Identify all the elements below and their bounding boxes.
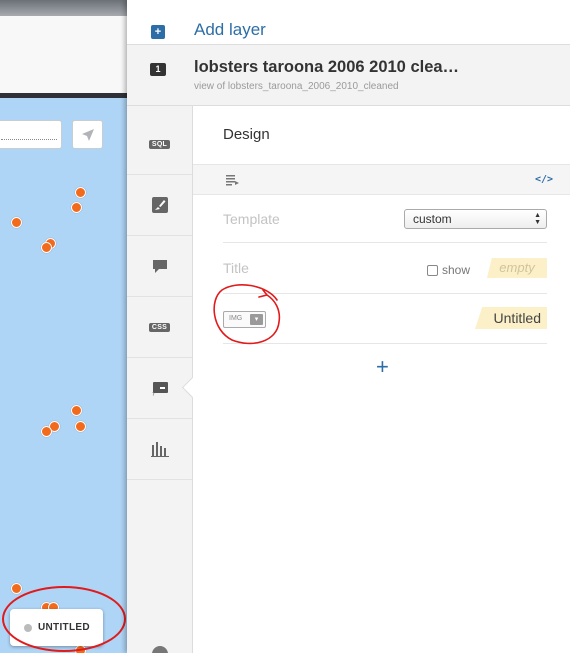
tab-infowindow[interactable]: [127, 236, 192, 297]
title-row: Title show empty: [223, 243, 547, 294]
map-marker[interactable]: [10, 216, 22, 228]
code-toggle-icon[interactable]: </>: [535, 174, 553, 185]
add-item-button[interactable]: +: [376, 356, 389, 378]
legend-label: UNTITLED: [38, 622, 90, 633]
map-marker[interactable]: [40, 241, 52, 253]
user-icon[interactable]: [152, 646, 168, 653]
map-legend: UNTITLED: [10, 609, 103, 646]
map-marker[interactable]: [40, 425, 52, 437]
tab-wizard[interactable]: [127, 175, 192, 236]
map-canvas[interactable]: UNTITLED: [0, 0, 127, 653]
layer-number-badge: 1: [150, 63, 166, 76]
template-row: Template custom ▲ ▼: [223, 196, 547, 243]
css-icon: CSS: [148, 322, 171, 332]
img-label: IMG: [229, 315, 243, 322]
pane-toolbar: </>: [193, 164, 570, 195]
image-picker-button[interactable]: IMG ▾: [223, 311, 266, 328]
title-label: Title: [223, 260, 249, 276]
map-marker[interactable]: [74, 420, 86, 432]
layer-header[interactable]: 1 lobsters taroona 2006 2010 clea… view …: [127, 44, 570, 106]
layer-subtitle: view of lobsters_taroona_2006_2010_clean…: [194, 81, 399, 92]
tab-legend[interactable]: ?: [127, 358, 192, 419]
document-icon[interactable]: [226, 175, 239, 186]
layer-panel: + Add layer 1 lobsters taroona 2006 2010…: [127, 0, 570, 653]
template-label: Template: [223, 211, 280, 227]
brush-icon: [151, 197, 168, 213]
tab-filters[interactable]: [127, 419, 192, 480]
map-header: [0, 0, 127, 98]
legend-bullet: [24, 623, 32, 632]
map-search-button[interactable]: [72, 120, 103, 149]
show-title-checkbox[interactable]: [427, 264, 438, 276]
svg-text:?: ?: [152, 392, 155, 397]
map-marker[interactable]: [10, 582, 22, 594]
send-icon: [81, 128, 94, 141]
layer-name[interactable]: lobsters taroona 2006 2010 clea…: [194, 58, 459, 77]
pane-title: Design: [223, 126, 270, 143]
map-search-input[interactable]: [0, 120, 62, 149]
add-layer-label: Add layer: [194, 20, 266, 39]
sql-icon: SQL: [148, 139, 171, 149]
add-layer-button[interactable]: + Add layer: [127, 0, 570, 45]
template-select[interactable]: custom ▲ ▼: [404, 209, 547, 229]
legend-icon: ?: [152, 382, 168, 397]
map-marker[interactable]: [70, 404, 82, 416]
plus-icon: +: [151, 25, 165, 39]
template-select-value: custom: [413, 212, 452, 226]
side-nav: SQL CSS ?: [127, 106, 193, 653]
legend-design-pane: Design </> Template custom ▲ ▼ Title show: [193, 106, 570, 653]
title-value-input[interactable]: empty: [487, 258, 547, 278]
map-marker[interactable]: [70, 201, 82, 213]
chevron-down-icon[interactable]: ▾: [250, 314, 263, 325]
show-title-toggle[interactable]: show: [427, 263, 470, 277]
legend-item-name-input[interactable]: Untitled: [475, 307, 547, 329]
map-marker[interactable]: [74, 186, 86, 198]
legend-item-row: IMG ▾ Untitled: [223, 294, 547, 344]
tab-sql[interactable]: SQL: [127, 114, 192, 175]
show-label: show: [442, 263, 471, 277]
speech-bubble-icon: [152, 260, 167, 273]
select-arrows-icon: ▲ ▼: [534, 212, 541, 226]
bar-chart-icon: [150, 442, 169, 457]
tab-css[interactable]: CSS: [127, 297, 192, 358]
